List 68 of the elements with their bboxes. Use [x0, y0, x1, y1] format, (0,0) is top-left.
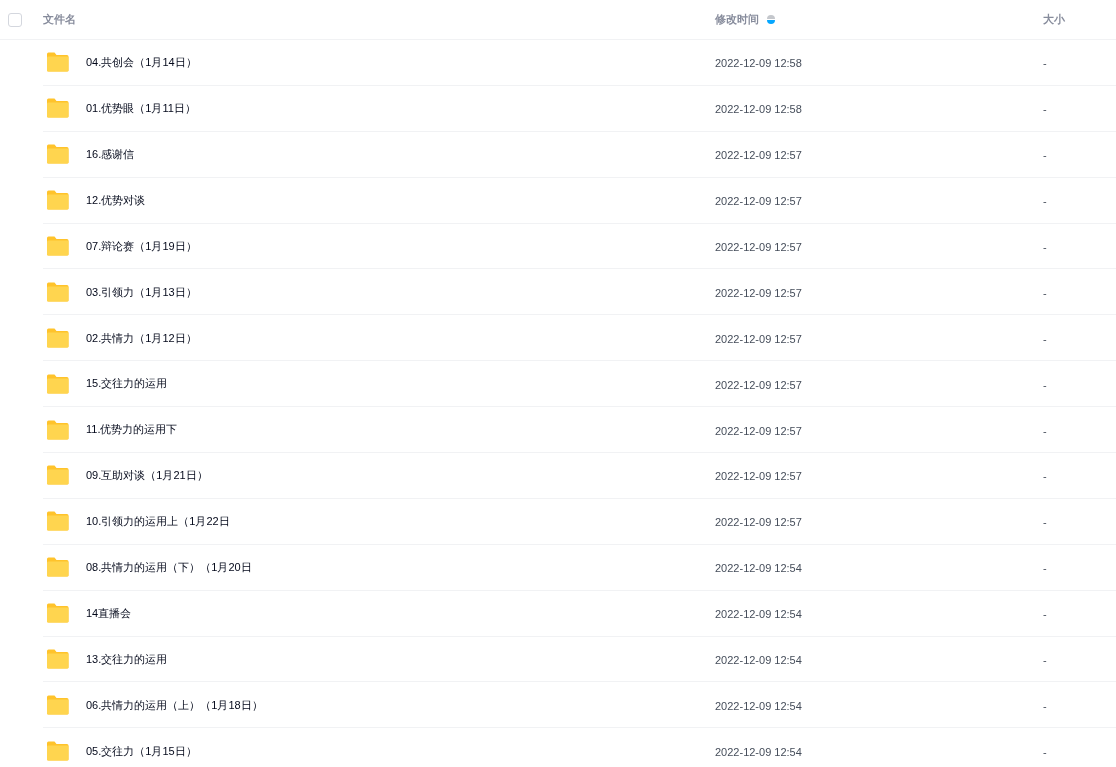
- folder-name[interactable]: 07.辩论赛（1月19日）: [86, 237, 197, 255]
- folder-icon: [46, 236, 69, 256]
- folder-name[interactable]: 01.优势眼（1月11日）: [86, 100, 196, 117]
- folder-icon: [46, 649, 69, 669]
- folder-icon: [46, 190, 69, 211]
- folder-icon: [46, 511, 69, 532]
- folder-icon: [46, 419, 69, 440]
- folder-name[interactable]: 14直播会: [86, 604, 132, 622]
- file-size: -: [1043, 699, 1047, 712]
- modified-time: 2022-12-09 12:57: [715, 470, 802, 483]
- column-header[interactable]: 文件名: [43, 11, 76, 28]
- folder-name[interactable]: 05.交往力（1月15日）: [86, 742, 197, 760]
- folder-name[interactable]: 15.交往力的运用: [86, 375, 168, 392]
- column-header[interactable]: 大小: [1043, 11, 1065, 28]
- folder-name[interactable]: 10.引领力的运用上（1月22日: [86, 513, 230, 530]
- file-size: -: [1043, 195, 1047, 208]
- file-size: -: [1043, 149, 1047, 162]
- folder-name[interactable]: 13.交往力的运用: [86, 650, 168, 668]
- folder-icon: [46, 281, 69, 302]
- folder-name[interactable]: 06.共情力的运用（上）（1月18日）: [86, 696, 263, 714]
- modified-time: 2022-12-09 12:57: [715, 424, 802, 437]
- folder-name[interactable]: 08.共情力的运用（下）（1月20日: [86, 559, 252, 576]
- folder-name[interactable]: 03.引领力（1月13日）: [86, 283, 197, 301]
- modified-time: 2022-12-09 12:57: [715, 195, 802, 208]
- file-size: -: [1043, 241, 1047, 253]
- folder-icon: [46, 144, 69, 165]
- modified-time: 2022-12-09 12:57: [715, 241, 802, 253]
- file-size: -: [1043, 516, 1047, 529]
- file-size: -: [1043, 103, 1047, 116]
- file-size: -: [1043, 57, 1047, 70]
- folder-icon: [46, 465, 69, 486]
- modified-time: 2022-12-09 12:54: [715, 745, 802, 758]
- modified-time: 2022-12-09 12:57: [715, 516, 802, 529]
- file-size: -: [1043, 286, 1047, 299]
- folder-icon: [46, 557, 69, 578]
- modified-time: 2022-12-09 12:57: [715, 149, 802, 162]
- file-size: -: [1043, 745, 1047, 758]
- file-size: -: [1043, 470, 1047, 483]
- modified-time: 2022-12-09 12:58: [715, 103, 802, 116]
- modified-time: 2022-12-09 12:57: [715, 378, 802, 391]
- folder-icon: [46, 603, 69, 624]
- select-all-checkbox[interactable]: [8, 12, 22, 27]
- modified-time: 2022-12-09 12:54: [715, 562, 802, 575]
- modified-time: 2022-12-09 12:54: [715, 608, 802, 621]
- folder-icon: [46, 373, 69, 394]
- folder-icon: [46, 52, 69, 73]
- file-size: -: [1043, 654, 1047, 666]
- folder-name[interactable]: 11.优势力的运用下: [86, 421, 178, 438]
- modified-time: 2022-12-09 12:57: [715, 286, 802, 299]
- folder-icon: [46, 694, 69, 715]
- file-size: -: [1043, 608, 1047, 621]
- file-size: -: [1043, 562, 1047, 575]
- folder-name[interactable]: 02.共情力（1月12日）: [86, 329, 197, 347]
- modified-time: 2022-12-09 12:54: [715, 654, 802, 666]
- folder-icon: [46, 740, 69, 761]
- file-size: -: [1043, 332, 1047, 345]
- folder-icon: [46, 327, 69, 348]
- folder-name[interactable]: 04.共创会（1月14日）: [86, 54, 197, 71]
- folder-name[interactable]: 12.优势对谈: [86, 191, 146, 209]
- modified-time: 2022-12-09 12:57: [715, 332, 802, 345]
- file-size: -: [1043, 378, 1047, 391]
- folder-name[interactable]: 09.互助对谈（1月21日）: [86, 467, 208, 484]
- modified-time: 2022-12-09 12:58: [715, 57, 802, 70]
- modified-time: 2022-12-09 12:54: [715, 699, 802, 712]
- sort-icon[interactable]: [767, 14, 775, 25]
- folder-name[interactable]: 16.感谢信: [86, 145, 135, 163]
- file-size: -: [1043, 424, 1047, 437]
- folder-icon: [46, 98, 69, 119]
